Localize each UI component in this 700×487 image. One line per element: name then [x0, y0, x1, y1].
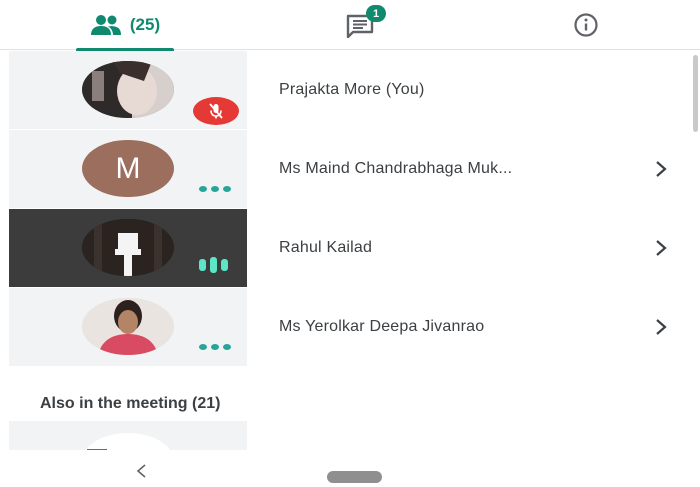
tab-info[interactable]	[560, 0, 612, 50]
participant-name: Ms Yerolkar Deepa Jivanrao	[279, 318, 485, 335]
participant-row: M Ms Maind Chandrabhaga Muk...	[0, 130, 700, 208]
avatar	[82, 298, 174, 355]
chevron-right-icon[interactable]	[654, 238, 668, 258]
avatar-photo	[85, 433, 171, 451]
chevron-right-icon[interactable]	[654, 317, 668, 337]
people-count: (25)	[129, 15, 161, 34]
participant-tile-speaking[interactable]	[9, 209, 247, 287]
participant-tile[interactable]	[9, 421, 247, 451]
participant-name: Ms Maind Chandrabhaga Muk...	[279, 160, 513, 177]
also-in-meeting-header: Also in the meeting (21)	[40, 395, 221, 412]
back-icon[interactable]	[134, 463, 150, 479]
participant-tile[interactable]: M	[9, 130, 247, 208]
tab-bar: (25) 1	[0, 0, 700, 51]
participant-name: Prajakta More (You)	[279, 81, 425, 98]
chat-unread-badge: 1	[366, 5, 386, 22]
home-button[interactable]	[327, 471, 382, 483]
participant-row: Ms Yerolkar Deepa Jivanrao	[0, 288, 700, 366]
scrollbar[interactable]	[693, 55, 698, 132]
participant-tile[interactable]	[9, 51, 247, 129]
avatar-photo	[82, 219, 174, 276]
more-options-dots	[199, 344, 231, 350]
speaking-indicator	[199, 257, 228, 273]
system-nav-bar	[0, 450, 700, 487]
more-options-dots	[199, 186, 231, 192]
participant-row: Rahul Kailad	[0, 209, 700, 287]
avatar-photo	[82, 298, 174, 355]
avatar-photo	[82, 61, 174, 118]
chevron-right-icon[interactable]	[654, 159, 668, 179]
participant-name: Rahul Kailad	[279, 239, 373, 256]
participant-row: Prajakta More (You)	[0, 51, 700, 129]
participant-list[interactable]: Prajakta More (You) M Ms Maind Chandrabh…	[0, 51, 700, 451]
tab-chat[interactable]: 1	[330, 0, 390, 50]
avatar	[82, 219, 174, 276]
mic-off-icon	[209, 103, 223, 119]
participant-tile[interactable]	[9, 288, 247, 366]
people-icon	[90, 15, 121, 35]
muted-indicator	[193, 97, 239, 125]
tab-people[interactable]: (25)	[76, 0, 174, 51]
info-icon	[574, 13, 598, 37]
avatar-letter: M	[82, 140, 174, 197]
avatar	[82, 61, 174, 118]
